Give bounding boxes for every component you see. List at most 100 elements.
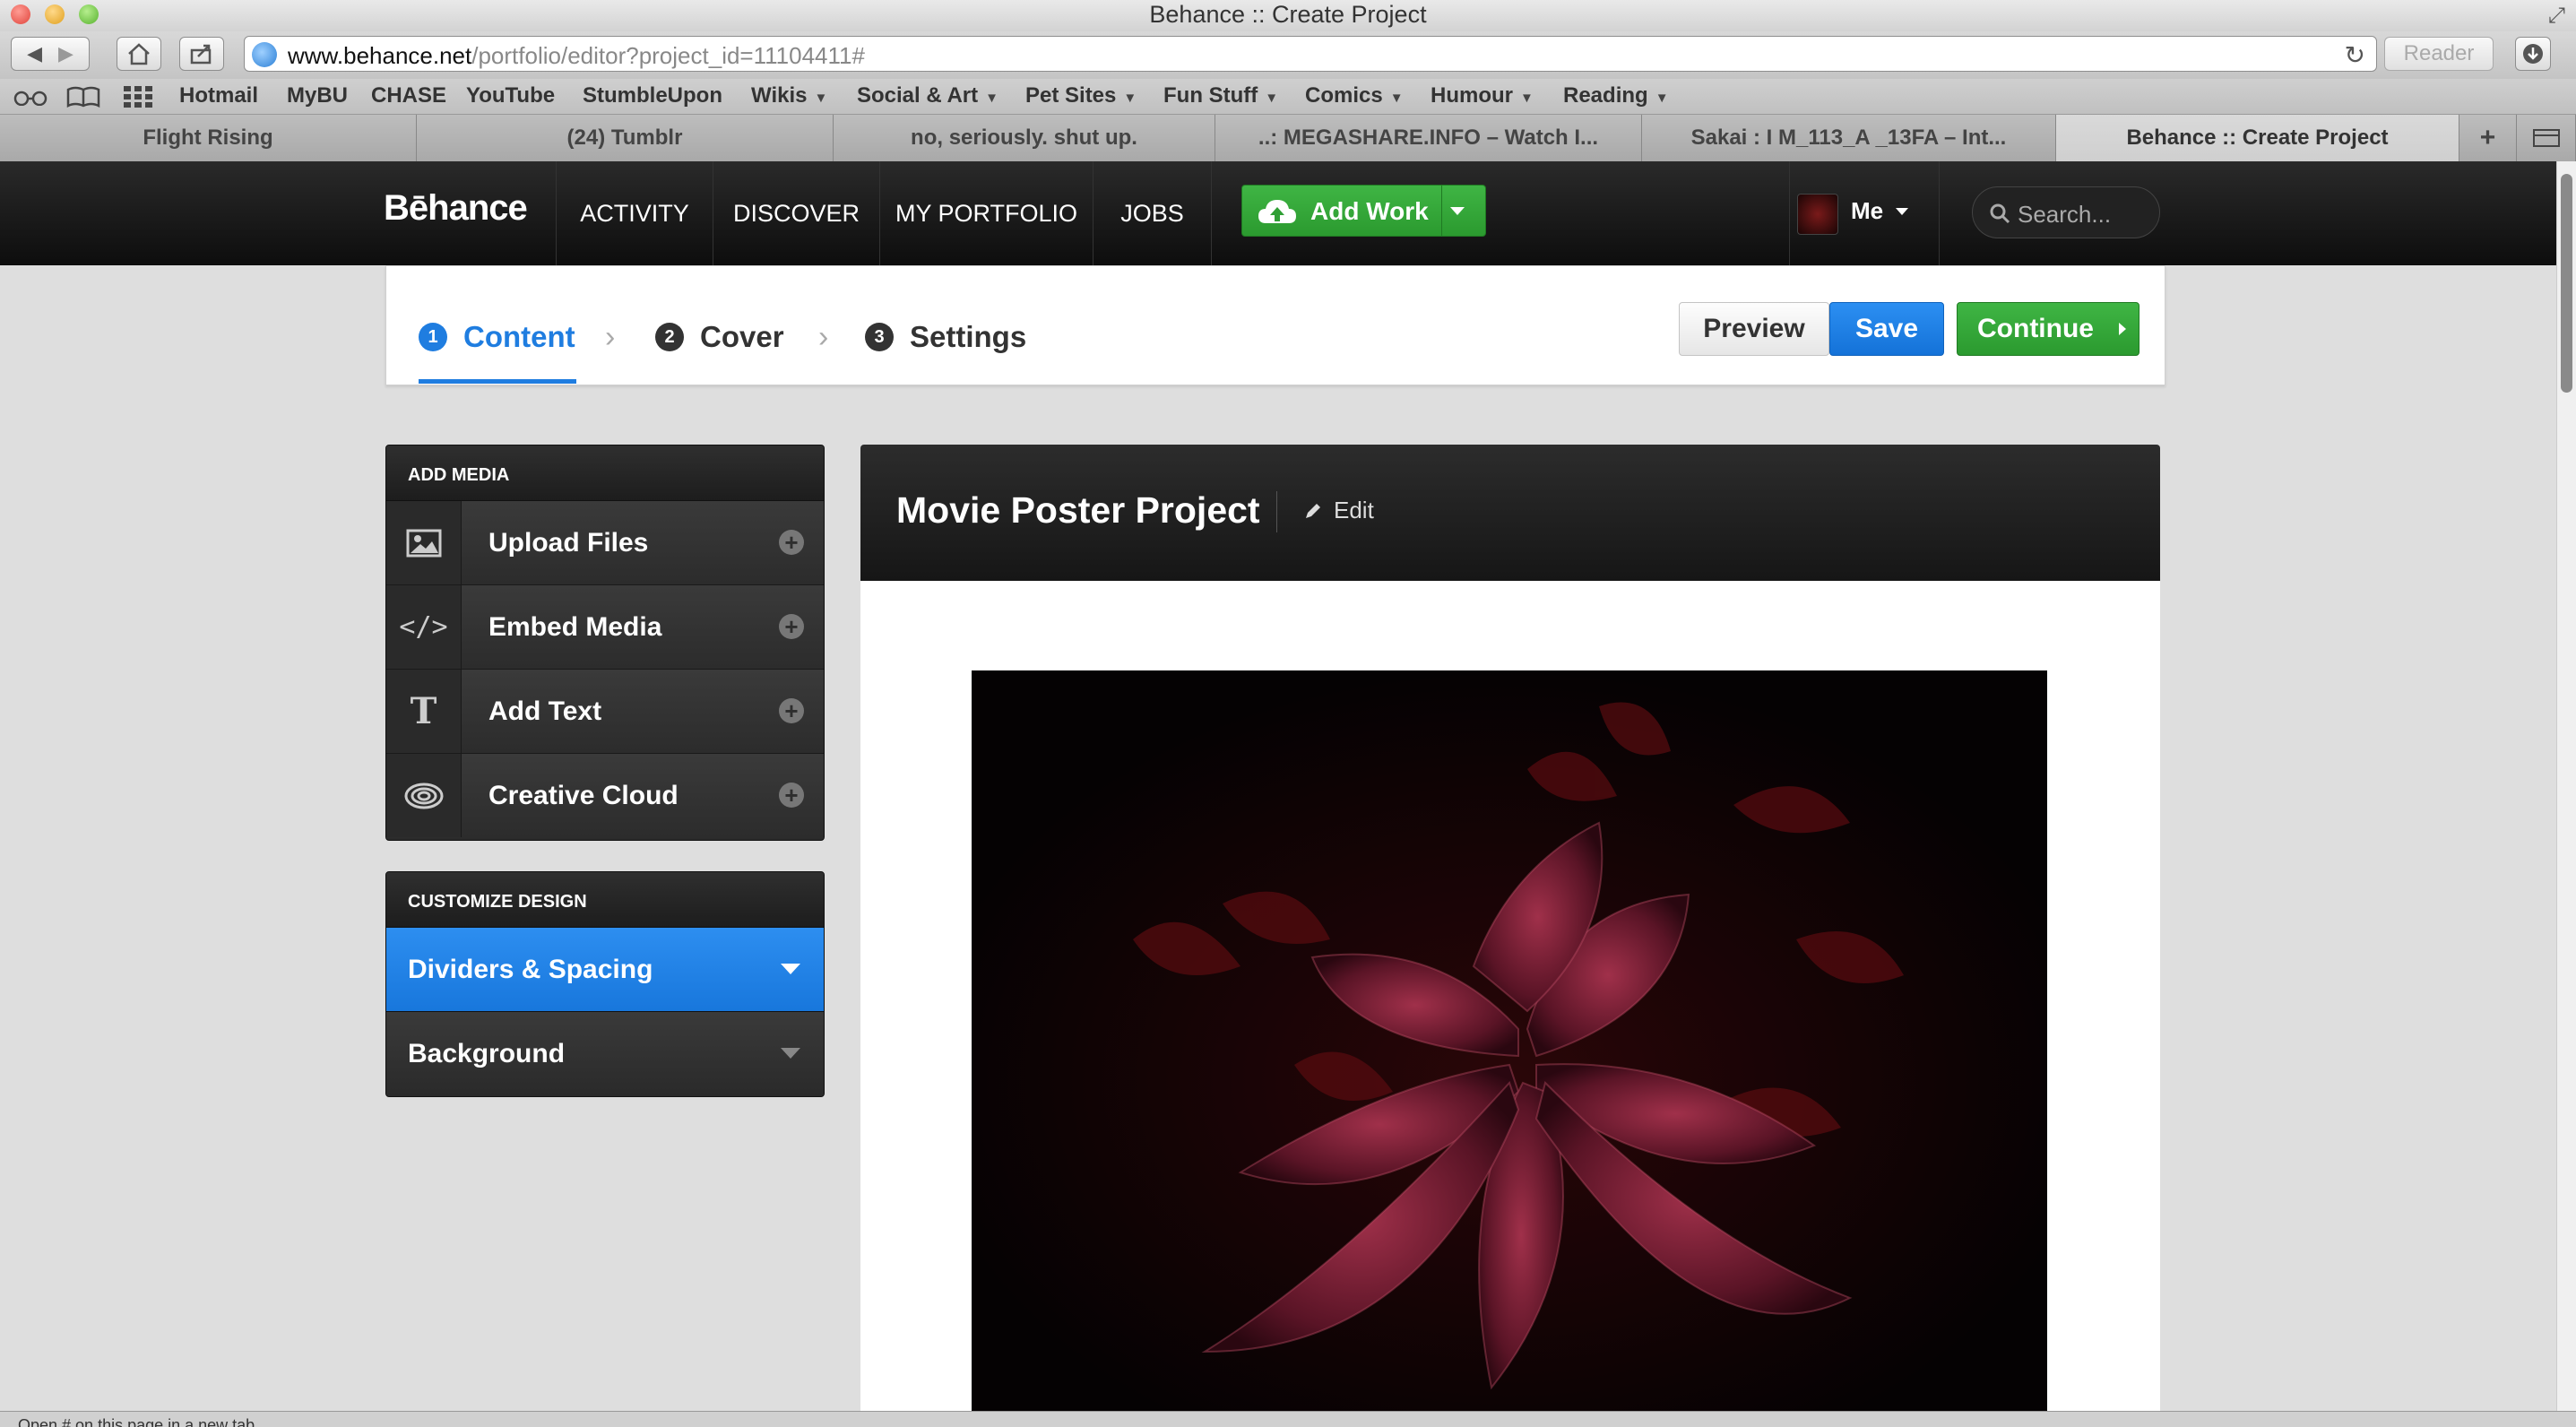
tab-sakai[interactable]: Sakai : I M_113_A _13FA – Int...	[1642, 115, 2056, 161]
edit-title-link[interactable]: Edit	[1303, 497, 1374, 524]
user-menu-label: Me	[1851, 197, 1884, 224]
customize-design-heading: CUSTOMIZE DESIGN	[386, 872, 824, 928]
bookmark-folder-fun-stuff[interactable]: Fun Stuff ▼	[1163, 83, 1278, 108]
step-label: Content	[463, 320, 575, 353]
chevron-down-icon: ▼	[1123, 91, 1137, 106]
bookmarks-book-icon[interactable]	[66, 86, 100, 108]
tab-flight-rising[interactable]: Flight Rising	[0, 115, 417, 161]
globe-icon	[252, 42, 277, 67]
chevron-down-icon	[781, 964, 800, 974]
chevron-down-icon: ▼	[1265, 91, 1279, 106]
bookmark-folder-wikis[interactable]: Wikis ▼	[751, 83, 827, 108]
tab-tumblr[interactable]: (24) Tumblr	[417, 115, 834, 161]
bookmark-folder-pet-sites[interactable]: Pet Sites ▼	[1025, 83, 1137, 108]
image-icon	[386, 501, 462, 584]
title-divider	[1276, 491, 1277, 532]
creative-cloud-button[interactable]: Creative Cloud +	[386, 754, 824, 838]
project-header: Movie Poster Project Edit	[860, 445, 2160, 581]
step-number: 1	[419, 323, 447, 351]
plus-circle-icon: +	[779, 614, 804, 639]
add-text-button[interactable]: T Add Text +	[386, 670, 824, 754]
tab-megashare[interactable]: ..: MEGASHARE.INFO – Watch I...	[1215, 115, 1642, 161]
bookmark-hotmail[interactable]: Hotmail	[179, 83, 258, 108]
share-button[interactable]	[179, 37, 224, 71]
step-label: Cover	[700, 320, 784, 353]
tab-behance-active[interactable]: Behance :: Create Project	[2056, 115, 2459, 161]
page-scrollbar[interactable]	[2556, 161, 2576, 1411]
continue-button[interactable]: Continue	[1957, 302, 2139, 356]
bookmark-folder-humour[interactable]: Humour ▼	[1431, 83, 1534, 108]
add-work-label: Add Work	[1310, 197, 1429, 225]
bookmark-mybu[interactable]: MyBU	[287, 83, 348, 108]
reader-button[interactable]: Reader	[2384, 37, 2494, 71]
search-input[interactable]: Search...	[1972, 186, 2160, 238]
bookmark-folder-label: Fun Stuff	[1163, 83, 1258, 108]
avatar	[1797, 194, 1838, 235]
address-bar[interactable]: www.behance.net/portfolio/editor?project…	[244, 36, 2377, 72]
new-tab-button[interactable]: +	[2459, 115, 2517, 161]
bookmark-folder-social-art[interactable]: Social & Art ▼	[857, 83, 998, 108]
project-title[interactable]: Movie Poster Project	[896, 489, 1260, 532]
tab-shut-up[interactable]: no, seriously. shut up.	[834, 115, 1215, 161]
bookmark-folder-label: Humour	[1431, 83, 1513, 108]
step-content[interactable]: 1 Content	[419, 320, 575, 354]
bookmark-chase[interactable]: CHASE	[371, 83, 446, 108]
behance-logo[interactable]: Bēhance	[384, 188, 528, 229]
chevron-down-icon: ▼	[1520, 91, 1534, 106]
bookmark-folder-comics[interactable]: Comics ▼	[1305, 83, 1404, 108]
reload-icon[interactable]: ↻	[2345, 40, 2365, 70]
bookmark-stumbleupon[interactable]: StumbleUpon	[583, 83, 722, 108]
nav-jobs[interactable]: JOBS	[1094, 161, 1212, 265]
step-settings[interactable]: 3 Settings	[865, 320, 1026, 354]
window-titlebar: Behance :: Create Project ⤢	[0, 0, 2576, 31]
continue-label: Continue	[1977, 314, 2094, 343]
chevron-down-icon	[1896, 208, 1908, 215]
embed-media-button[interactable]: </> Embed Media +	[386, 585, 824, 670]
share-icon	[190, 44, 212, 65]
back-forward-buttons[interactable]: ◀ ▶	[11, 37, 90, 71]
add-work-button[interactable]: Add Work	[1241, 185, 1486, 237]
upload-files-label: Upload Files	[488, 528, 649, 558]
dividers-spacing-label: Dividers & Spacing	[408, 955, 653, 984]
back-icon[interactable]: ◀	[27, 42, 42, 65]
chevron-down-icon: ▼	[814, 91, 828, 106]
bookmark-folder-reading[interactable]: Reading ▼	[1563, 83, 1669, 108]
tab-overview-icon	[2532, 129, 2560, 147]
preview-button[interactable]: Preview	[1679, 302, 1829, 356]
dividers-spacing-toggle[interactable]: Dividers & Spacing	[386, 928, 824, 1012]
tab-overview-button[interactable]	[2517, 115, 2576, 161]
user-menu[interactable]: Me	[1789, 161, 1940, 265]
behance-navbar: Bēhance ACTIVITY DISCOVER MY PORTFOLIO J…	[0, 161, 2576, 265]
save-button[interactable]: Save	[1829, 302, 1944, 356]
plus-circle-icon: +	[779, 530, 804, 555]
plus-circle-icon: +	[779, 783, 804, 808]
creative-cloud-label: Creative Cloud	[488, 781, 679, 810]
search-placeholder: Search...	[2018, 201, 2112, 228]
top-sites-grid-icon[interactable]	[124, 86, 152, 108]
background-toggle[interactable]: Background	[386, 1012, 824, 1096]
scrollbar-thumb[interactable]	[2561, 174, 2572, 393]
text-icon: T	[386, 670, 462, 753]
nav-activity[interactable]: ACTIVITY	[556, 161, 713, 265]
download-icon	[2523, 44, 2543, 64]
fullscreen-icon[interactable]: ⤢	[2548, 4, 2565, 29]
add-text-label: Add Text	[488, 696, 602, 726]
downloads-button[interactable]	[2515, 37, 2551, 71]
chevron-right-icon	[2118, 323, 2126, 335]
reading-list-icon[interactable]	[13, 88, 48, 106]
nav-my-portfolio[interactable]: MY PORTFOLIO	[880, 161, 1094, 265]
home-icon	[128, 43, 150, 65]
add-work-dropdown-toggle[interactable]	[1450, 207, 1465, 215]
bookmark-youtube[interactable]: YouTube	[466, 83, 555, 108]
background-label: Background	[408, 1039, 566, 1068]
url-text[interactable]: www.behance.net/portfolio/editor?project…	[288, 42, 865, 70]
step-cover[interactable]: 2 Cover	[655, 320, 784, 354]
upload-files-button[interactable]: Upload Files +	[386, 501, 824, 585]
chevron-down-icon: ▼	[985, 91, 998, 106]
uploaded-image-plant[interactable]	[972, 670, 2047, 1414]
url-host: www.behance.net	[288, 42, 472, 69]
home-button[interactable]	[117, 37, 161, 71]
tab-bar: Flight Rising (24) Tumblr no, seriously.…	[0, 115, 2576, 161]
forward-icon[interactable]: ▶	[58, 42, 73, 65]
nav-discover[interactable]: DISCOVER	[713, 161, 880, 265]
